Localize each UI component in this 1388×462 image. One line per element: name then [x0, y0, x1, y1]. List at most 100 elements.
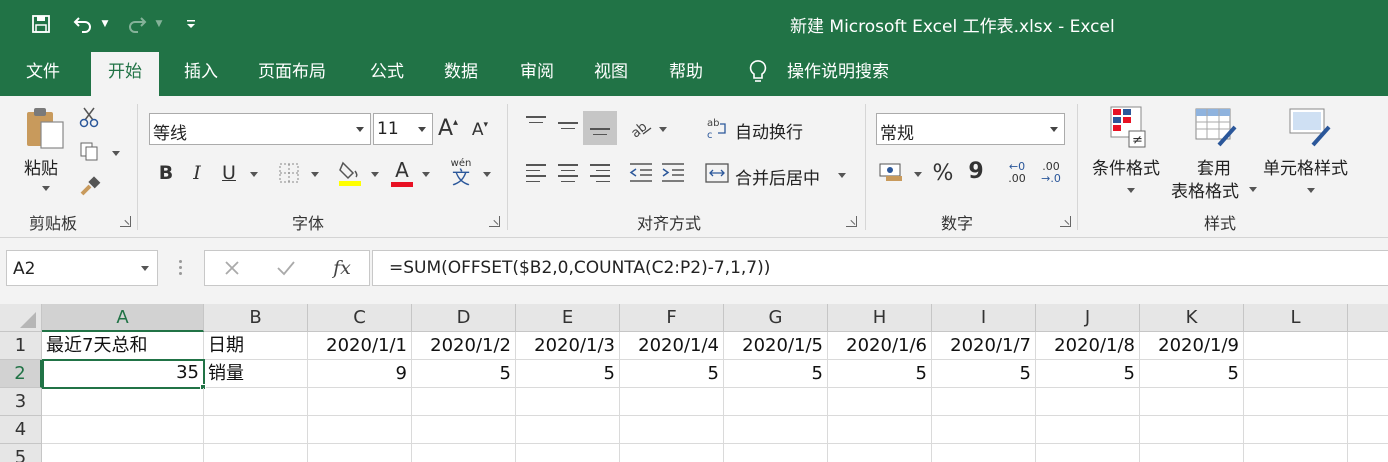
borders-dropdown-icon[interactable] — [311, 172, 319, 177]
cell-l3[interactable] — [1244, 388, 1348, 416]
cell-g3[interactable] — [724, 388, 828, 416]
cell-i4[interactable] — [932, 416, 1036, 444]
increase-indent-icon[interactable] — [660, 160, 686, 184]
tell-me-search[interactable]: 操作说明搜索 — [787, 48, 889, 96]
paste-button[interactable]: 粘贴 — [24, 154, 58, 179]
cell-h3[interactable] — [828, 388, 932, 416]
underline-dropdown-icon[interactable] — [250, 172, 258, 177]
redo-icon[interactable] — [124, 10, 150, 38]
align-right-icon[interactable] — [590, 164, 610, 186]
clipboard-launcher-icon[interactable] — [120, 216, 131, 227]
cell-l4[interactable] — [1244, 416, 1348, 444]
align-center-icon[interactable] — [558, 164, 578, 186]
decrease-indent-icon[interactable] — [628, 160, 654, 184]
merge-dropdown-icon[interactable] — [838, 173, 846, 178]
tab-help[interactable]: 帮助 — [669, 48, 703, 96]
cell-k1[interactable]: 2020/1/9 — [1140, 332, 1244, 360]
cell-b1[interactable]: 日期 — [204, 332, 308, 360]
column-header-h[interactable]: H — [828, 304, 932, 332]
conditional-dropdown-icon[interactable] — [1127, 188, 1135, 193]
cell-d1[interactable]: 2020/1/2 — [412, 332, 516, 360]
cell-g2[interactable]: 5 — [724, 360, 828, 388]
cell-c2[interactable]: 9 — [308, 360, 412, 388]
row-header-4[interactable]: 4 — [0, 416, 42, 444]
comma-style-button[interactable]: 9 — [966, 158, 986, 184]
cell-b4[interactable] — [204, 416, 308, 444]
align-bottom-icon[interactable] — [590, 128, 610, 139]
cell-h2[interactable]: 5 — [828, 360, 932, 388]
cell-a4[interactable] — [42, 416, 204, 444]
font-name-select[interactable]: 等线 — [149, 113, 371, 145]
chevron-down-icon[interactable] — [141, 266, 149, 271]
cell-e2[interactable]: 5 — [516, 360, 620, 388]
insert-function-button[interactable]: fx — [329, 255, 355, 281]
cell-styles-dropdown-icon[interactable] — [1307, 188, 1315, 193]
font-size-select[interactable]: 11 — [373, 113, 433, 145]
redo-dropdown-icon[interactable]: ▼ — [152, 10, 166, 38]
paste-icon[interactable] — [22, 104, 68, 152]
wrap-text-icon[interactable]: ab c — [706, 116, 728, 140]
shrink-font-icon[interactable]: A ▾ — [469, 118, 491, 142]
customize-qat-icon[interactable] — [182, 10, 200, 38]
lightbulb-icon[interactable] — [748, 48, 770, 96]
cell-j2[interactable]: 5 — [1036, 360, 1140, 388]
borders-icon[interactable] — [276, 160, 302, 186]
fill-color-dropdown-icon[interactable] — [371, 172, 379, 177]
align-left-icon[interactable] — [526, 164, 546, 186]
merge-center-icon[interactable] — [705, 162, 729, 184]
undo-dropdown-icon[interactable]: ▼ — [98, 10, 112, 38]
row-header-1[interactable]: 1 — [0, 332, 42, 360]
wrap-text-button[interactable]: 自动换行 — [735, 118, 803, 143]
cell-i5[interactable] — [932, 444, 1036, 462]
cell-k3[interactable] — [1140, 388, 1244, 416]
row-header-5[interactable]: 5 — [0, 444, 42, 462]
tab-data[interactable]: 数据 — [444, 48, 478, 96]
cell-f1[interactable]: 2020/1/4 — [620, 332, 724, 360]
phonetic-dropdown-icon[interactable] — [483, 172, 491, 177]
phonetic-guide-icon[interactable]: wén 文 — [447, 158, 475, 190]
select-all-corner[interactable] — [0, 304, 42, 332]
cell-b2[interactable]: 销量 — [204, 360, 308, 388]
row-header-3[interactable]: 3 — [0, 388, 42, 416]
cell-c4[interactable] — [308, 416, 412, 444]
alignment-launcher-icon[interactable] — [846, 216, 857, 227]
format-as-table-label-2[interactable]: 表格格式 — [1171, 177, 1239, 202]
font-color-icon[interactable]: A — [389, 158, 415, 188]
orientation-dropdown-icon[interactable] — [659, 127, 667, 132]
cell-m2[interactable] — [1348, 360, 1388, 388]
cell-c5[interactable] — [308, 444, 412, 462]
column-header-i[interactable]: I — [932, 304, 1036, 332]
tab-home[interactable]: 开始 — [91, 52, 159, 96]
tab-review[interactable]: 审阅 — [520, 48, 554, 96]
column-header-f[interactable]: F — [620, 304, 724, 332]
format-as-table-label-1[interactable]: 套用 — [1197, 154, 1231, 179]
column-header-d[interactable]: D — [412, 304, 516, 332]
copy-icon[interactable] — [78, 140, 100, 162]
format-painter-icon[interactable] — [78, 174, 102, 198]
cancel-icon[interactable] — [221, 257, 243, 279]
cell-m5[interactable] — [1348, 444, 1388, 462]
cell-m4[interactable] — [1348, 416, 1388, 444]
save-icon[interactable] — [28, 10, 54, 38]
cell-f2[interactable]: 5 — [620, 360, 724, 388]
cell-h5[interactable] — [828, 444, 932, 462]
cell-h1[interactable]: 2020/1/6 — [828, 332, 932, 360]
format-table-dropdown-icon[interactable] — [1249, 187, 1257, 192]
cell-j3[interactable] — [1036, 388, 1140, 416]
column-header-c[interactable]: C — [308, 304, 412, 332]
cell-i2[interactable]: 5 — [932, 360, 1036, 388]
cell-f3[interactable] — [620, 388, 724, 416]
cell-b5[interactable] — [204, 444, 308, 462]
cell-j5[interactable] — [1036, 444, 1140, 462]
enter-icon[interactable] — [275, 257, 297, 279]
column-header-l[interactable]: L — [1244, 304, 1348, 332]
cell-m1[interactable] — [1348, 332, 1388, 360]
cell-f5[interactable] — [620, 444, 724, 462]
tab-insert[interactable]: 插入 — [184, 48, 218, 96]
italic-button[interactable]: I — [186, 160, 208, 186]
increase-decimal-button[interactable]: ←0.00 — [1002, 158, 1032, 188]
decrease-decimal-button[interactable]: .00 →.0 — [1036, 158, 1066, 188]
font-color-dropdown-icon[interactable] — [422, 172, 430, 177]
cell-g4[interactable] — [724, 416, 828, 444]
bold-button[interactable]: B — [155, 160, 177, 186]
